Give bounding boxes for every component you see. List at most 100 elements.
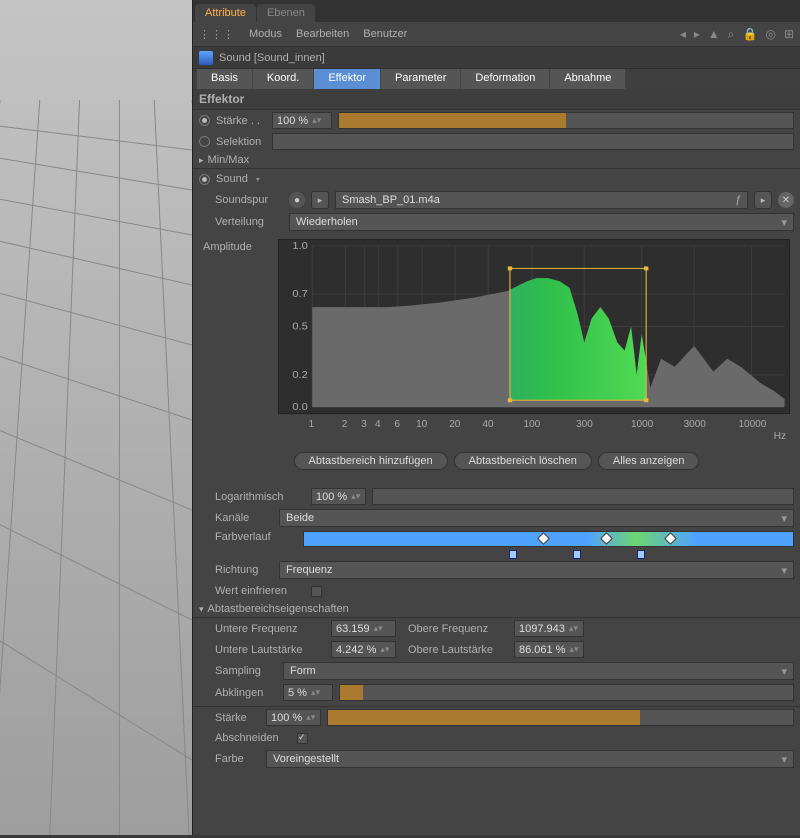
channels-label: Kanäle bbox=[215, 512, 273, 524]
log-slider[interactable] bbox=[372, 488, 794, 505]
svg-text:1.0: 1.0 bbox=[292, 240, 308, 251]
upper-freq-label: Obere Frequenz bbox=[408, 623, 508, 635]
sampling-props-header[interactable]: ▾Abtastbereichseigenschaften bbox=[193, 601, 800, 618]
channels-dropdown[interactable]: Beide bbox=[279, 509, 794, 527]
panel-tabs: Attribute Ebenen bbox=[193, 0, 800, 22]
toolbar: ⋮⋮⋮ Modus Bearbeiten Benutzer ◂ ▸ ▲ ⌕ 🔒 … bbox=[193, 22, 800, 47]
x-axis-unit: Hz bbox=[278, 431, 790, 442]
strength-slider[interactable] bbox=[338, 112, 794, 129]
svg-text:0.0: 0.0 bbox=[292, 402, 308, 413]
soundtrack-row: Soundspur ● ▸ Smash_BP_01.m4aƒ ▸ ✕ bbox=[193, 189, 800, 211]
chevron-right-icon: ▸ bbox=[199, 155, 204, 165]
subtab-abnahme[interactable]: Abnahme bbox=[550, 69, 626, 89]
clear-button[interactable]: ✕ bbox=[778, 192, 794, 208]
color-label: Farbe bbox=[215, 753, 260, 765]
strength-row: Stärke . . 100 %▴▾ bbox=[193, 110, 800, 131]
amplitude-chart-area: Amplitude 0.00.20.50.71.0 12346102040100… bbox=[193, 233, 800, 446]
amplitude-chart[interactable]: 0.0 0.2 0.5 0.7 1.0 bbox=[278, 239, 790, 414]
decay-row: Abklingen 5 %▴▾ bbox=[193, 682, 800, 703]
sound-header: Sound bbox=[216, 173, 248, 185]
upper-vol-value[interactable]: 86.061 %▴▾ bbox=[514, 641, 584, 658]
subtab-deformation[interactable]: Deformation bbox=[461, 69, 550, 89]
lower-freq-label: Untere Frequenz bbox=[215, 623, 325, 635]
tab-attribute[interactable]: Attribute bbox=[195, 4, 256, 22]
direction-row: Richtung Frequenz bbox=[193, 559, 800, 581]
strength2-label: Stärke bbox=[215, 712, 260, 724]
browse-button[interactable]: ▸ bbox=[754, 191, 772, 209]
selection-label: Selektion bbox=[216, 136, 266, 148]
strength2-value[interactable]: 100 %▴▾ bbox=[266, 709, 321, 726]
clip-row: Abschneiden bbox=[193, 728, 800, 748]
subtab-basis[interactable]: Basis bbox=[197, 69, 253, 89]
freeze-checkbox[interactable] bbox=[311, 586, 322, 597]
x-axis-labels: 123461020401003001000300010000 bbox=[278, 417, 790, 431]
sound-header-row: Sound ▾ bbox=[193, 169, 800, 189]
subtab-effektor[interactable]: Effektor bbox=[314, 69, 381, 89]
lock-icon[interactable]: 🔒 bbox=[743, 27, 758, 42]
lower-freq-value[interactable]: 63.159▴▾ bbox=[331, 620, 396, 637]
svg-text:0.7: 0.7 bbox=[292, 289, 308, 300]
anim-key-button[interactable]: ● bbox=[289, 192, 305, 208]
clip-checkbox[interactable] bbox=[297, 733, 308, 744]
search-icon[interactable]: ⌕ bbox=[728, 27, 735, 42]
subtabs: Basis Koord. Effektor Parameter Deformat… bbox=[193, 69, 800, 89]
sound-radio[interactable] bbox=[199, 174, 210, 185]
decay-label: Abklingen bbox=[215, 687, 277, 699]
color-row: Farbe Voreingestellt bbox=[193, 748, 800, 770]
minmax-row[interactable]: ▸Min/Max bbox=[193, 152, 800, 169]
distribution-label: Verteilung bbox=[215, 216, 283, 228]
direction-label: Richtung bbox=[215, 564, 273, 576]
nav-back-icon[interactable]: ◂ bbox=[680, 27, 686, 42]
add-range-button[interactable]: Abtastbereich hinzufügen bbox=[294, 452, 448, 470]
delete-range-button[interactable]: Abtastbereich löschen bbox=[454, 452, 592, 470]
selection-row: Selektion bbox=[193, 131, 800, 152]
menu-mode[interactable]: Modus bbox=[249, 28, 282, 40]
clip-label: Abschneiden bbox=[215, 732, 291, 744]
viewport[interactable] bbox=[0, 0, 193, 835]
tab-layers[interactable]: Ebenen bbox=[257, 4, 315, 22]
chart-buttons: Abtastbereich hinzufügen Abtastbereich l… bbox=[193, 446, 800, 476]
object-title-bar: Sound [Sound_innen] bbox=[193, 47, 800, 69]
gradient-row: Farbverlauf bbox=[193, 529, 800, 559]
strength-radio[interactable] bbox=[199, 115, 210, 126]
nav-fwd-icon[interactable]: ▸ bbox=[694, 27, 700, 42]
show-all-button[interactable]: Alles anzeigen bbox=[598, 452, 700, 470]
svg-text:0.2: 0.2 bbox=[292, 369, 308, 380]
attribute-panel: Attribute Ebenen ⋮⋮⋮ Modus Bearbeiten Be… bbox=[193, 0, 800, 835]
sampling-label: Sampling bbox=[215, 665, 277, 677]
soundfile-field[interactable]: Smash_BP_01.m4aƒ bbox=[335, 191, 748, 209]
log-value[interactable]: 100 %▴▾ bbox=[311, 488, 366, 505]
strength-value[interactable]: 100 %▴▾ bbox=[272, 112, 332, 129]
gradient-editor[interactable] bbox=[303, 531, 794, 547]
play-button[interactable]: ▸ bbox=[311, 191, 329, 209]
selection-radio[interactable] bbox=[199, 136, 210, 147]
lower-vol-label: Untere Lautstärke bbox=[215, 644, 325, 656]
freeze-row: Wert einfrieren bbox=[193, 581, 800, 601]
distribution-dropdown[interactable]: Wiederholen bbox=[289, 213, 794, 231]
grip-icon[interactable]: ⋮⋮⋮ bbox=[199, 28, 235, 41]
upper-vol-label: Obere Lautstärke bbox=[408, 644, 508, 656]
strength2-slider[interactable] bbox=[327, 709, 794, 726]
menu-user[interactable]: Benutzer bbox=[363, 28, 407, 40]
color-dropdown[interactable]: Voreingestellt bbox=[266, 750, 794, 768]
gradient-label: Farbverlauf bbox=[215, 531, 297, 543]
upper-freq-value[interactable]: 1097.943▴▾ bbox=[514, 620, 584, 637]
new-icon[interactable]: ⊞ bbox=[784, 27, 794, 42]
chevron-down-icon[interactable]: ▾ bbox=[256, 175, 260, 184]
selection-field[interactable] bbox=[272, 133, 794, 150]
soundtrack-label: Soundspur bbox=[215, 194, 283, 206]
nav-up-icon[interactable]: ▲ bbox=[708, 27, 720, 42]
log-label: Logarithmisch bbox=[215, 491, 305, 503]
menu-edit[interactable]: Bearbeiten bbox=[296, 28, 349, 40]
direction-dropdown[interactable]: Frequenz bbox=[279, 561, 794, 579]
decay-slider[interactable] bbox=[339, 684, 794, 701]
log-row: Logarithmisch 100 %▴▾ bbox=[193, 486, 800, 507]
subtab-parameter[interactable]: Parameter bbox=[381, 69, 461, 89]
subtab-koord[interactable]: Koord. bbox=[253, 69, 314, 89]
sampling-dropdown[interactable]: Form bbox=[283, 662, 794, 680]
config-icon[interactable]: ◎ bbox=[765, 27, 775, 42]
svg-text:0.5: 0.5 bbox=[292, 321, 308, 332]
decay-value[interactable]: 5 %▴▾ bbox=[283, 684, 333, 701]
lower-vol-value[interactable]: 4.242 %▴▾ bbox=[331, 641, 396, 658]
chevron-down-icon: ▾ bbox=[199, 604, 204, 614]
